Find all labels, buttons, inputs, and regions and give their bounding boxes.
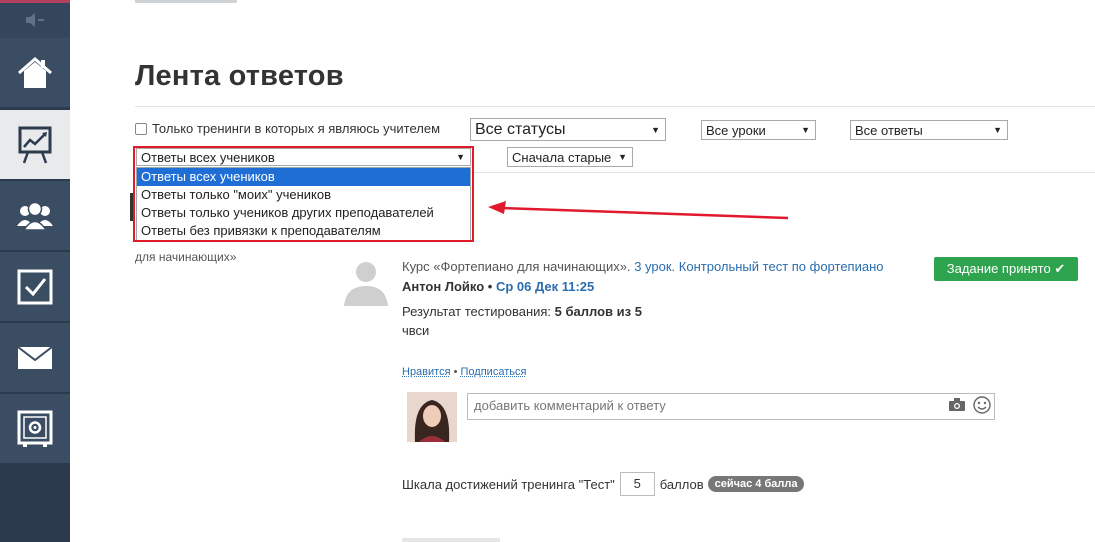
lessons-select-value: Все уроки [706,122,766,138]
lesson-link[interactable]: 3 урок. Контрольный тест по фортепиано [634,259,883,274]
chevron-down-icon: ▼ [801,125,810,135]
sidebar [0,0,70,542]
emoji-icon[interactable] [973,396,991,414]
user-avatar [407,392,457,442]
sidebar-item-trainings[interactable] [0,110,70,180]
result-label: Результат тестирования: [402,304,555,319]
course-line: Курс «Фортепиано для начинающих». 3 урок… [402,259,884,274]
author-name[interactable]: Антон Лойко [402,279,484,294]
checkbox-icon [17,269,53,304]
teacher-only-label: Только тренинги в которых я являюсь учит… [152,121,441,136]
status-select-value: Все статусы [475,120,566,138]
answers-select-value: Все ответы [855,122,923,138]
safe-icon [17,410,53,447]
home-icon [18,56,52,88]
author-line: Антон Лойко • Ср 06 Дек 11:25 [402,279,594,294]
separator: • [450,366,461,378]
lessons-select[interactable]: Все уроки ▼ [701,120,816,140]
mail-icon [17,345,53,369]
current-score-badge: сейчас 4 балла [707,476,805,492]
teacher-only-filter[interactable]: Только тренинги в которых я являюсь учит… [135,121,440,136]
chevron-down-icon: ▼ [993,125,1002,135]
sidebar-item-tasks[interactable] [0,252,70,322]
sort-select[interactable]: Сначала старые ▼ [507,147,633,167]
chevron-down-icon: ▼ [618,152,627,162]
separator: • [484,279,496,294]
status-select[interactable]: Все статусы ▼ [470,118,666,141]
course-title-fragment: для начинающих» [135,250,237,264]
chevron-down-icon: ▼ [651,124,660,135]
avatar-placeholder-icon [344,262,388,306]
user-photo-icon [407,392,457,442]
sidebar-item-home[interactable] [0,38,70,108]
test-result: Результат тестирования: 5 баллов из 5 [402,304,642,319]
status-accepted-button[interactable]: Задание принято ✔ [934,257,1078,281]
page-title: Лента ответов [135,60,344,92]
answer-actions: Нравится • Подписаться [402,366,526,378]
score-input[interactable]: 5 [619,472,655,496]
next-item-edge [402,538,500,542]
users-icon [17,201,53,231]
subscribe-link[interactable]: Подписаться [461,366,527,378]
sidebar-top [0,0,70,38]
answer-text: чвси [402,323,430,338]
answer-datetime[interactable]: Ср 06 Дек 11:25 [496,279,594,294]
scale-label: Шкала достижений тренинга "Тест" [402,476,615,492]
sidebar-item-users[interactable] [0,181,70,251]
sidebar-top-stripe [0,0,70,3]
sidebar-item-sales[interactable] [0,394,70,464]
chart-presentation-icon [18,126,52,163]
result-value: 5 баллов из 5 [554,304,642,319]
like-link[interactable]: Нравится [402,366,451,378]
highlight-box [133,146,474,242]
comment-input[interactable]: добавить комментарий к ответу [467,393,995,420]
top-image-edge [135,0,237,3]
sort-select-value: Сначала старые [512,149,612,165]
achievement-scale: Шкала достижений тренинга "Тест" 5 балло… [402,472,805,496]
answers-select[interactable]: Все ответы ▼ [850,120,1008,140]
sidebar-item-messages[interactable] [0,323,70,393]
divider [135,106,1095,107]
scale-unit: баллов [659,476,704,492]
teacher-only-checkbox[interactable] [135,122,147,135]
camera-icon[interactable] [949,398,965,411]
speaker-icon[interactable] [24,13,46,27]
course-name: Курс «Фортепиано для начинающих». [402,259,631,274]
annotation-arrow [488,201,789,220]
